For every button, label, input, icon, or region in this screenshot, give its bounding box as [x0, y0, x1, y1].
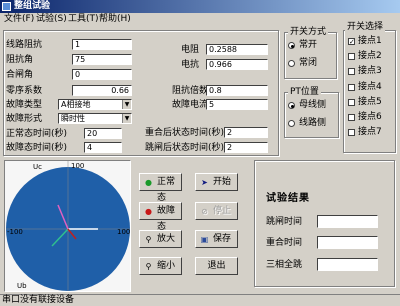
window-title: 整组试验 [14, 1, 51, 11]
zoom-out-button[interactable]: ⚲ 缩小 [139, 257, 182, 275]
pt-line-radio[interactable] [288, 120, 295, 127]
menu-test[interactable]: 试验(S) [36, 13, 67, 25]
pt-line-label: 线路侧 [299, 118, 327, 128]
closing-angle-field[interactable]: 0 [72, 69, 132, 80]
switch-mode-title: 开关方式 [288, 27, 329, 37]
closing-angle-label: 合闸角 [6, 70, 34, 80]
impedance-multiple-field[interactable]: 0.8 [206, 85, 268, 96]
contact-6-checkbox[interactable] [348, 114, 355, 121]
normal-time-label: 正常态时间(秒) [6, 129, 68, 139]
phasor-top-tick-label: 100 [71, 162, 84, 170]
results-title: 试验结果 [266, 193, 310, 204]
impedance-angle-label: 阻抗角 [6, 55, 34, 65]
reactance-label: 电抗 [181, 60, 200, 70]
play-arrow-icon: ➤ [201, 178, 208, 187]
zero-seq-factor-label: 零序系数 [6, 86, 43, 96]
pt-position-group [284, 92, 339, 138]
fault-type-select[interactable]: A相接地 ▼ [58, 99, 132, 110]
pt-position-title: PT位置 [288, 87, 321, 97]
contact-3-label: 接点3 [358, 66, 382, 76]
phasor-left-tick-label: -100 [7, 228, 23, 236]
contact-1-checkbox[interactable]: ✓ [348, 38, 355, 46]
normal-state-button[interactable]: ● 正常态 [139, 173, 182, 203]
menu-help[interactable]: 帮助(H) [99, 13, 131, 25]
fault-time-label: 故障态时间(秒) [6, 143, 68, 153]
contact-2-checkbox[interactable] [348, 53, 355, 60]
phasor-svg: 100 -100 100 Uc Ub [6, 161, 130, 291]
resistance-label: 电阻 [181, 45, 200, 55]
floppy-icon: ▣ [200, 235, 209, 244]
contact-3-checkbox[interactable] [348, 68, 355, 75]
pt-busbar-label: 母线侧 [299, 100, 327, 110]
impedance-multiple-label: 阻抗倍数 [172, 86, 209, 96]
impedance-angle-field[interactable]: 75 [72, 54, 132, 65]
switch-mode-normally-closed-label: 常闭 [299, 58, 318, 68]
contact-4-checkbox[interactable] [348, 84, 355, 91]
reactance-field[interactable]: 0.966 [206, 59, 268, 70]
magnifier-icon: ⚲ [145, 235, 152, 244]
switch-select-title: 开关选择 [345, 22, 386, 32]
magnifier-icon: ⚲ [145, 262, 152, 271]
status-text: 串口没有联接设备 [2, 295, 75, 305]
status-bar: 串口没有联接设备 [0, 294, 400, 306]
trip-time-field[interactable] [317, 215, 378, 228]
contact-2-label: 接点2 [358, 51, 382, 61]
pt-busbar-radio[interactable] [288, 102, 295, 109]
contact-4-label: 接点4 [358, 82, 382, 92]
normal-time-field[interactable]: 20 [84, 128, 122, 139]
fault-state-button[interactable]: ● 故障态 [139, 202, 182, 232]
menu-file[interactable]: 文件(F) [4, 13, 34, 25]
switch-mode-normally-closed-radio[interactable] [288, 60, 295, 67]
line-impedance-field[interactable]: 1 [72, 39, 132, 50]
contact-5-label: 接点5 [358, 97, 382, 107]
three-phase-trip-label: 三相全跳 [266, 260, 303, 270]
zoom-in-button[interactable]: ⚲ 放大 [139, 230, 182, 248]
app-icon [2, 2, 11, 11]
zero-seq-factor-field[interactable]: 0.66 [72, 85, 132, 96]
contact-1-label: 接点1 [358, 36, 382, 46]
fault-current-field[interactable]: 5 [206, 99, 268, 110]
chevron-down-icon[interactable]: ▼ [122, 114, 131, 123]
resistance-field[interactable]: 0.2588 [206, 44, 268, 55]
switch-mode-normally-open-radio[interactable] [288, 42, 295, 49]
fault-time-field[interactable]: 4 [84, 142, 122, 153]
start-button[interactable]: ➤ 开始 [195, 173, 238, 191]
three-phase-trip-field[interactable] [317, 258, 378, 271]
contact-7-label: 接点7 [358, 127, 382, 137]
fault-type-label: 故障类型 [6, 100, 43, 110]
green-dot-icon: ● [145, 178, 152, 187]
exit-button[interactable]: 退出 [195, 257, 238, 275]
fault-form-value: 瞬时性 [61, 114, 85, 123]
reclose-time-label: 重合后状态时间(秒) [145, 128, 225, 138]
menu-bar: 文件(F) 试验(S) 工具(T) 帮助(H) [0, 13, 400, 25]
post-jump-time-label: 跳闸后状态时间(秒) [145, 143, 225, 153]
chevron-down-icon[interactable]: ▼ [122, 100, 131, 109]
fault-current-label: 故障电流 [172, 100, 209, 110]
reclose-result-label: 重合时间 [266, 238, 303, 248]
menu-tools[interactable]: 工具(T) [68, 13, 99, 25]
fault-form-label: 故障形式 [6, 114, 43, 124]
switch-mode-normally-open-label: 常开 [299, 40, 318, 50]
reclose-time-field[interactable]: 2 [224, 127, 268, 138]
reclose-result-field[interactable] [317, 236, 378, 249]
phasor-ub-label: Ub [17, 282, 27, 290]
post-jump-time-field[interactable]: 2 [224, 142, 268, 153]
title-bar: 整组试验 [0, 0, 400, 13]
fault-form-select[interactable]: 瞬时性 ▼ [58, 113, 132, 124]
stop-icon: ⊘ [201, 207, 208, 216]
phasor-diagram: 100 -100 100 Uc Ub [4, 160, 131, 292]
save-button[interactable]: ▣ 保存 [195, 230, 238, 248]
contact-6-label: 接点6 [358, 112, 382, 122]
fault-type-value: A相接地 [61, 100, 91, 109]
contact-5-checkbox[interactable] [348, 99, 355, 106]
phasor-right-tick-label: 100 [117, 228, 130, 236]
phasor-uc-label: Uc [33, 163, 42, 171]
red-dot-icon: ● [145, 207, 152, 216]
contact-7-checkbox[interactable] [348, 129, 355, 136]
trip-time-label: 跳闸时间 [266, 217, 303, 227]
stop-button[interactable]: ⊘ 停止 [195, 202, 238, 220]
line-impedance-label: 线路阻抗 [6, 40, 43, 50]
